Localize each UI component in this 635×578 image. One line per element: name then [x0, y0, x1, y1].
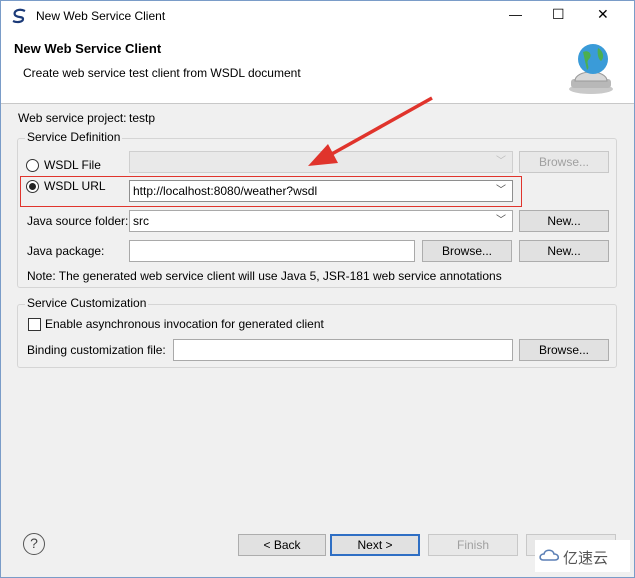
watermark-text: 亿速云: [563, 550, 609, 567]
cloud-logo-icon: [539, 549, 560, 561]
annotation-arrow: [308, 96, 433, 166]
watermark-logo: 亿速云: [535, 540, 630, 572]
